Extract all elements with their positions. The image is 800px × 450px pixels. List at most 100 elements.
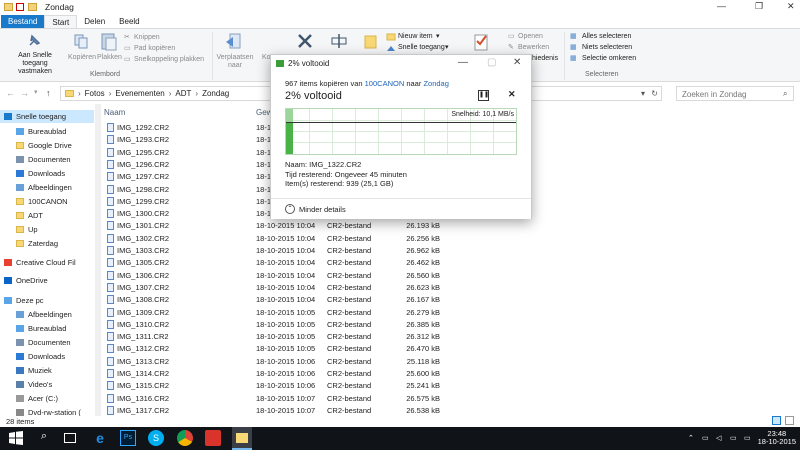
minimize-button[interactable]: — [717,1,726,11]
cancel-button[interactable]: ✕ [508,89,516,100]
new-item-icon [386,33,396,41]
table-row[interactable]: IMG_1310.CR2 18-10-2015 10:05 CR2-bestand 2… [101,318,541,331]
table-row[interactable]: IMG_1311.CR2 18-10-2015 10:05 CR2-bestand 2… [101,330,541,343]
copy-button[interactable]: Kopiëren [68,54,96,62]
table-row[interactable]: IMG_1301.CR2 18-10-2015 10:04 CR2-bestand 2… [101,219,541,232]
chrome-icon[interactable] [177,430,193,446]
task-view-icon[interactable] [64,433,76,443]
nav-item[interactable]: Documenten [0,153,94,166]
nav-item[interactable]: Downloads [0,350,94,363]
refresh-icon[interactable]: ↻ [651,89,658,98]
nav-item[interactable]: ADT [0,209,94,222]
edit-button[interactable]: Bewerken [518,44,549,52]
tab-start[interactable]: Start [44,15,78,28]
nav-item[interactable]: 100CANON [0,195,94,208]
folder-icon[interactable] [4,3,13,11]
table-row[interactable]: IMG_1316.CR2 18-10-2015 10:07 CR2-bestand 2… [101,392,541,405]
tab-bestand[interactable]: Bestand [1,15,45,28]
recent-locations-button[interactable]: ▾ [34,88,38,96]
pin-quick-access-button[interactable]: Aan Snelle toegang vastmaken [5,52,65,76]
nav-item[interactable]: Downloads [0,167,94,180]
chevron-down-icon[interactable]: ▾ [641,89,645,98]
cut-button[interactable]: Knippen [134,34,160,42]
nav-item[interactable]: Deze pc [0,294,94,307]
nav-item[interactable]: Acer (C:) [0,392,94,405]
table-row[interactable]: IMG_1306.CR2 18-10-2015 10:04 CR2-bestand 2… [101,269,541,282]
select-none-button[interactable]: Niets selecteren [582,44,632,52]
nav-item[interactable]: Muziek [0,364,94,377]
source-folder-link[interactable]: 100CANON [365,79,405,88]
table-row[interactable]: IMG_1314.CR2 18-10-2015 10:06 CR2-bestand 2… [101,367,541,380]
chevron-right-icon: › [195,89,199,98]
easy-access-button[interactable]: Snelle toegang [398,44,445,52]
new-folder-icon[interactable] [28,3,37,11]
back-button[interactable]: ← [6,88,15,98]
column-header-name[interactable]: Naam [104,108,125,117]
nav-item[interactable]: Documenten [0,336,94,349]
invert-selection-button[interactable]: Selectie omkeren [582,55,636,63]
less-details-button[interactable]: Minder details [299,205,346,214]
table-row[interactable]: IMG_1305.CR2 18-10-2015 10:04 CR2-bestand 2… [101,256,541,269]
nav-item[interactable]: Bureaublad [0,125,94,138]
nav-item[interactable]: Snelle toegang [0,110,94,123]
skype-icon[interactable]: S [148,430,164,446]
table-row[interactable]: IMG_1317.CR2 18-10-2015 10:07 CR2-bestand 2… [101,404,541,417]
details-view-icon[interactable] [772,416,781,425]
breadcrumb-fotos[interactable]: Fotos [85,89,105,98]
app-icon[interactable] [205,430,221,446]
edge-icon[interactable]: e [92,430,108,446]
file-date: 18-10-2015 10:04 [256,258,316,268]
windows-start-icon[interactable] [8,430,24,446]
dialog-close-button[interactable]: ✕ [513,57,521,68]
pause-button[interactable]: ❚❚ [478,90,489,101]
table-row[interactable]: IMG_1303.CR2 18-10-2015 10:04 CR2-bestand 2… [101,244,541,257]
table-row[interactable]: IMG_1302.CR2 18-10-2015 10:04 CR2-bestand 2… [101,232,541,245]
cr2-file-icon [107,270,114,280]
tab-beeld[interactable]: Beeld [112,15,146,28]
nav-item[interactable]: Creative Cloud Fil [0,256,94,269]
nav-item[interactable]: Video's [0,378,94,391]
nav-item[interactable]: Up [0,223,94,236]
table-row[interactable]: IMG_1312.CR2 18-10-2015 10:05 CR2-bestand 2… [101,342,541,355]
copy-path-button[interactable]: Pad kopiëren [134,45,175,53]
search-icon[interactable]: ⌕ [36,430,52,446]
close-button[interactable]: ✕ [787,1,795,12]
up-button[interactable]: ↑ [46,88,51,98]
search-input[interactable]: Zoeken in Zondag [676,86,794,101]
taskbar: ⌕ e Ps S ⌃ ▭ ◁ ▭ ▭ 23:48 18-10-2015 [0,427,800,450]
table-row[interactable]: IMG_1307.CR2 18-10-2015 10:04 CR2-bestand 2… [101,281,541,294]
chevron-down-icon: ▾ [436,33,440,40]
open-button[interactable]: Openen [518,33,543,41]
nav-item[interactable]: Google Drive [0,139,94,152]
maximize-button[interactable]: ❐ [755,1,763,12]
paste-button[interactable]: Plakken [97,54,122,62]
breadcrumb-evenementen[interactable]: Evenementen [115,89,164,98]
move-to-button[interactable]: Verplaatsen naar [215,54,255,70]
nav-item[interactable]: Bureaublad [0,322,94,335]
file-name: IMG_1308.CR2 [117,295,170,305]
large-icons-view-icon[interactable] [785,416,794,425]
history-button[interactable]: hiedenis [532,55,558,63]
rename-icon [331,34,347,48]
dialog-minimize-button[interactable]: — [458,57,468,68]
clock[interactable]: 23:48 18-10-2015 [758,430,796,446]
nav-item[interactable]: Afbeeldingen [0,181,94,194]
properties-icon[interactable] [16,3,24,11]
table-row[interactable]: IMG_1308.CR2 18-10-2015 10:04 CR2-bestand 2… [101,293,541,306]
nav-item[interactable]: Afbeeldingen [0,308,94,321]
target-folder-link[interactable]: Zondag [423,79,448,88]
chevron-up-icon[interactable]: ⌃ [285,204,295,214]
select-all-button[interactable]: Alles selecteren [582,33,631,41]
table-row[interactable]: IMG_1309.CR2 18-10-2015 10:05 CR2-bestand 2… [101,306,541,319]
tab-delen[interactable]: Delen [77,15,112,28]
paste-shortcut-button[interactable]: Snelkoppeling plakken [134,56,204,64]
forward-button[interactable]: → [20,88,29,98]
photoshop-icon[interactable]: Ps [120,430,136,446]
nav-item[interactable]: OneDrive [0,274,94,287]
table-row[interactable]: IMG_1313.CR2 18-10-2015 10:06 CR2-bestand 2… [101,355,541,368]
nav-item[interactable]: Zaterdag [0,237,94,250]
new-item-button[interactable]: Nieuw item [398,33,433,41]
table-row[interactable]: IMG_1315.CR2 18-10-2015 10:06 CR2-bestand 2… [101,379,541,392]
breadcrumb-zondag[interactable]: Zondag [202,89,229,98]
breadcrumb-adt[interactable]: ADT [175,89,191,98]
